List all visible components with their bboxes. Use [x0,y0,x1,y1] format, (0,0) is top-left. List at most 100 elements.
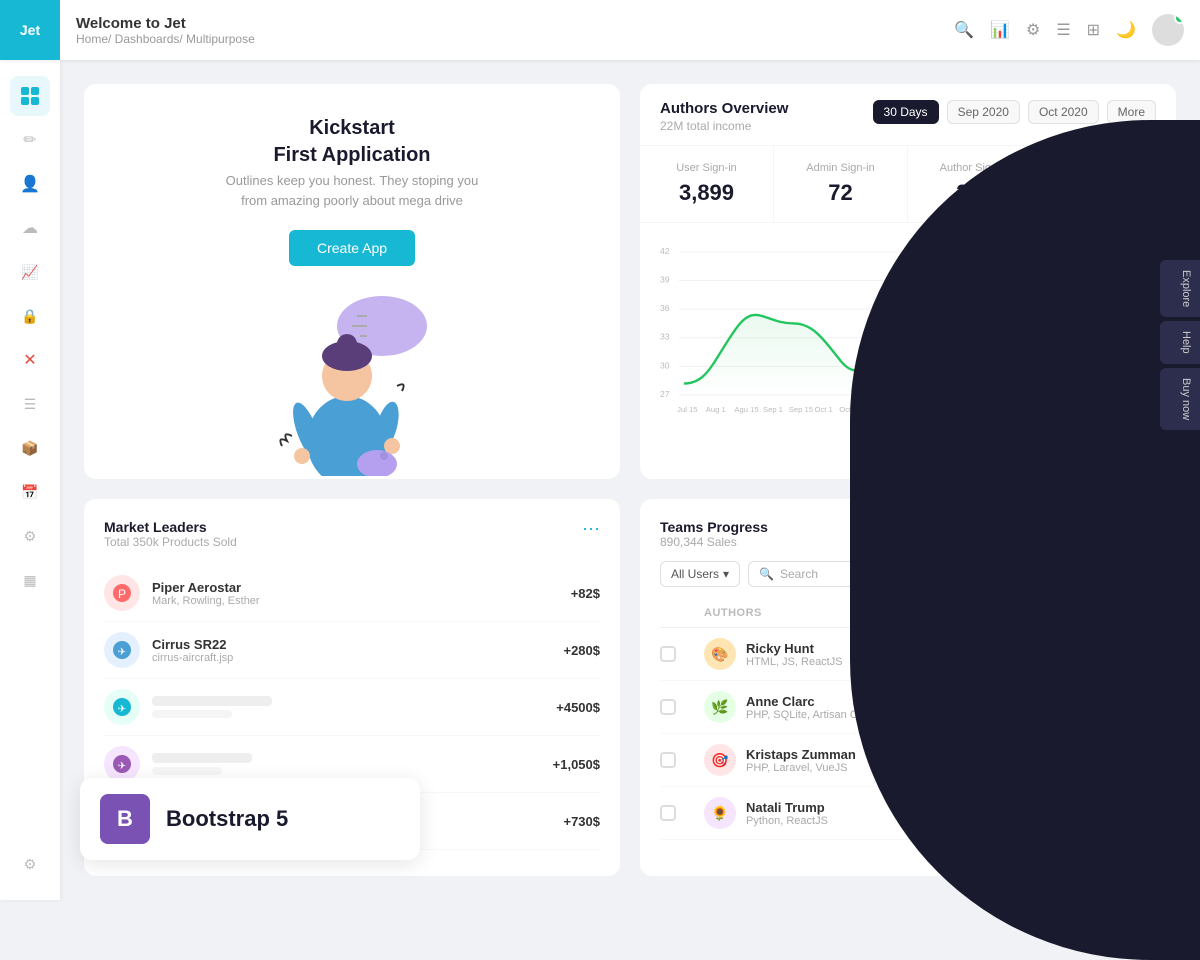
sidebar-item-chart[interactable]: 📈 [10,252,50,292]
checkbox-kristaps[interactable] [660,752,676,768]
svg-text:42: 42 [660,246,670,256]
team-name-ricky: Ricky Hunt [746,641,843,656]
market-name-3 [152,696,272,706]
market-item-piper: P Piper Aerostar Mark, Rowling, Esther +… [104,565,600,622]
sidebar-item-cloud[interactable]: ☁ [10,208,50,248]
search-icon[interactable]: 🔍 [954,20,974,40]
team-name-natali: Natali Trump [746,800,828,815]
chevron-down-icon: ▾ [723,567,729,581]
help-button[interactable]: Help [1160,321,1200,364]
teams-search-placeholder: Search [780,567,818,581]
stat-user-signin-label: User Sign-in [656,162,757,174]
sidebar-item-list[interactable]: ☰ [10,384,50,424]
sidebar-item-close[interactable]: ✕ [10,340,50,380]
sidebar-item-user[interactable]: 👤 [10,164,50,204]
logo: Jet [0,0,60,60]
kickstart-title-line1: Kickstart [309,117,395,140]
market-menu-icon[interactable]: ⋯ [582,519,600,540]
filter-sep2020[interactable]: Sep 2020 [947,100,1020,124]
illustration [252,276,452,476]
moon-icon[interactable]: 🌙 [1116,20,1136,40]
market-info-3 [152,696,544,718]
svg-text:27: 27 [660,389,670,399]
buy-now-button[interactable]: Buy now [1160,368,1200,430]
avatar-kristaps: 🎯 [704,744,736,776]
menu-icon[interactable]: ☰ [1056,20,1070,40]
avatar[interactable] [1152,14,1184,46]
market-logo-4: ✈ [104,746,140,782]
checkbox-ricky[interactable] [660,646,676,662]
market-value-cirrus: +280$ [563,643,600,658]
authors-title: Authors Overview [660,100,788,117]
sidebar-item-settings[interactable]: ⚙ [10,844,50,884]
team-name-anne: Anne Clarc [746,694,867,709]
time-filters: 30 Days Sep 2020 Oct 2020 More [873,100,1156,124]
market-value-3: +4500$ [556,700,600,715]
checkbox-anne[interactable] [660,699,676,715]
avatar-anne: 🌿 [704,691,736,723]
authors-subtitle: 22M total income [660,119,788,133]
breadcrumb: Home/ Dashboards/ Multipurpose [76,32,954,46]
svg-text:Agu 15: Agu 15 [734,405,758,414]
market-logo-cirrus: ✈ [104,632,140,668]
sidebar-item-layout[interactable]: ▦ [10,560,50,600]
kickstart-title-line2: First Application [273,144,430,167]
bootstrap-label: Bootstrap 5 [166,806,288,832]
sidebar-item-calendar[interactable]: 📅 [10,472,50,512]
market-logo-piper: P [104,575,140,611]
svg-text:✈: ✈ [118,704,126,715]
bootstrap-badge: B Bootstrap 5 [80,778,420,860]
grid-icon[interactable]: ⊞ [1087,20,1100,40]
team-skills-natali: Python, ReactJS [746,815,828,827]
chart-icon[interactable]: 📊 [990,20,1010,40]
teams-dropdown[interactable]: All Users ▾ [660,561,740,587]
market-name-cirrus: Cirrus SR22 [152,637,551,652]
market-sub-piper: Mark, Rowling, Esther [152,595,559,607]
market-info-cirrus: Cirrus SR22 cirrus-aircraft.jsp [152,637,551,664]
market-sub-cirrus: cirrus-aircraft.jsp [152,652,551,664]
header-title: Welcome to Jet Home/ Dashboards/ Multipu… [76,15,954,46]
svg-text:P: P [118,587,126,601]
filter-oct2020[interactable]: Oct 2020 [1028,100,1099,124]
market-info-4 [152,753,541,775]
avatar-natali: 🌻 [704,797,736,829]
avatar-ricky: 🎨 [704,638,736,670]
market-value-cessna: +730$ [563,814,600,829]
sidebar-item-grid[interactable] [10,76,50,116]
side-buttons: Explore Help Buy now [1160,260,1200,430]
svg-text:30: 30 [660,360,670,370]
illustration-svg [252,286,452,476]
market-subtitle: Total 350k Products Sold [104,535,237,549]
filter-30days[interactable]: 30 Days [873,100,939,124]
search-icon: 🔍 [759,567,774,581]
team-skills-ricky: HTML, JS, ReactJS [746,656,843,668]
sidebar-item-box[interactable]: 📦 [10,428,50,468]
stat-user-signin-value: 3,899 [656,180,757,206]
svg-text:✈: ✈ [118,647,126,658]
svg-text:36: 36 [660,303,670,313]
stat-admin-signin-value: 72 [790,180,891,206]
market-title: Market Leaders [104,519,237,535]
settings-icon[interactable]: ⚙ [1026,20,1040,40]
market-logo-3: ✈ [104,689,140,725]
team-name-kristaps: Kristaps Zumman [746,747,856,762]
explore-button[interactable]: Explore [1160,260,1200,317]
sidebar-item-lock[interactable]: 🔒 [10,296,50,336]
bootstrap-icon: B [100,794,150,844]
market-info-piper: Piper Aerostar Mark, Rowling, Esther [152,580,559,607]
stat-user-signin: User Sign-in 3,899 [640,146,774,222]
svg-text:✈: ✈ [118,761,126,772]
team-skills-kristaps: PHP, Laravel, VueJS [746,762,856,774]
checkbox-natali[interactable] [660,805,676,821]
header-actions: 🔍 📊 ⚙ ☰ ⊞ 🌙 [954,14,1184,46]
header: Jet Welcome to Jet Home/ Dashboards/ Mul… [0,0,1200,60]
kickstart-card: Kickstart First Application Outlines kee… [84,84,620,479]
sidebar-item-brush[interactable]: ✏ [10,120,50,160]
market-sub-4 [152,767,222,775]
create-app-button[interactable]: Create App [289,230,415,266]
sidebar-item-component[interactable]: ⚙ [10,516,50,556]
stat-admin-signin: Admin Sign-in 72 [774,146,908,222]
team-skills-anne: PHP, SQLite, Artisan CLI [746,709,867,721]
svg-text:Jul 15: Jul 15 [677,405,697,414]
svg-text:Sep 1: Sep 1 [763,405,783,414]
